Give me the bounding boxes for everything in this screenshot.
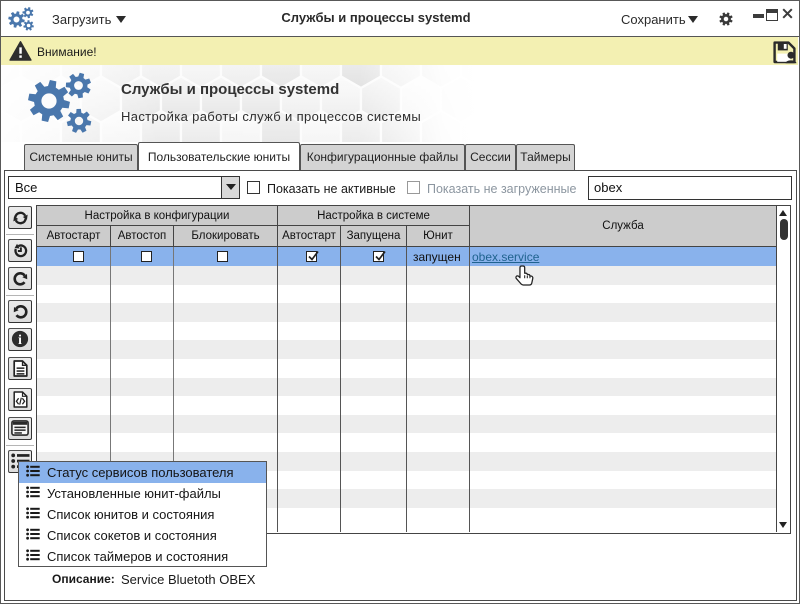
svg-text:i: i <box>18 332 22 347</box>
